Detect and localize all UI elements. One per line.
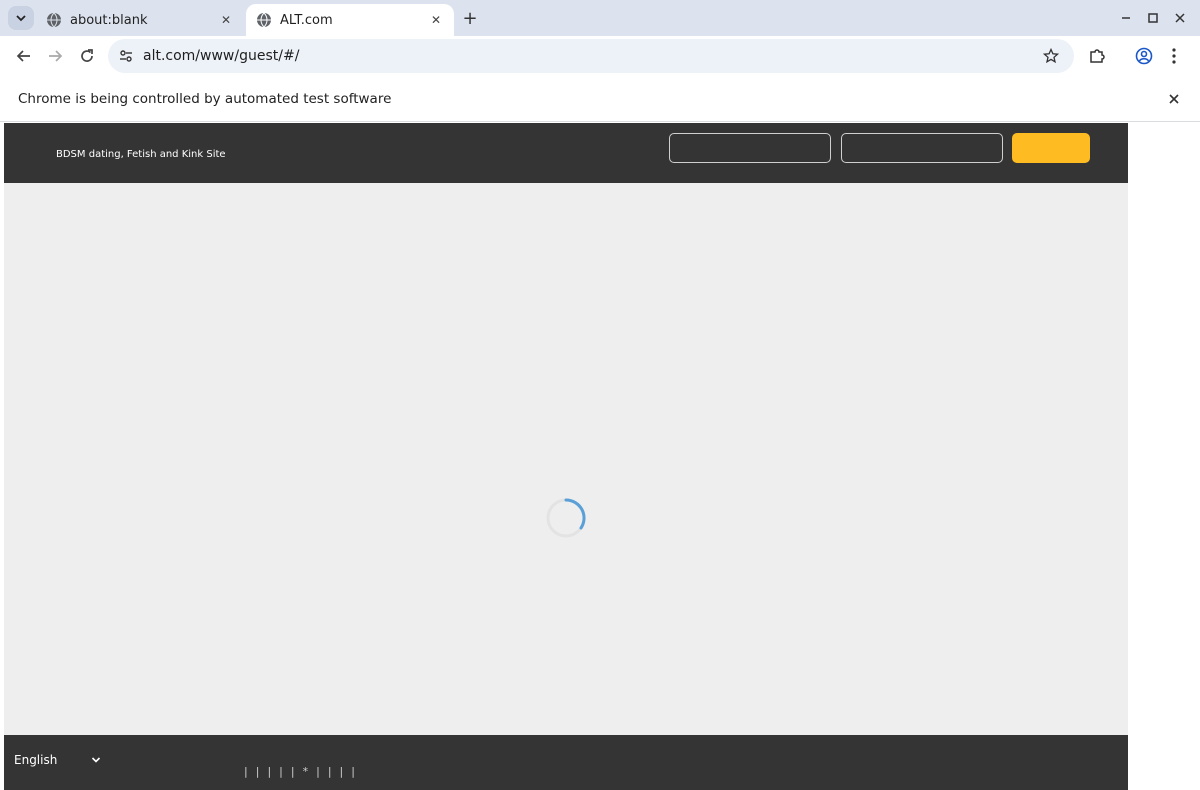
language-select[interactable]: English [14,753,101,767]
star-icon [1043,48,1059,64]
arrow-right-icon [49,50,63,62]
site-tagline: BDSM dating, Fetish and Kink Site [56,149,226,160]
extensions-button[interactable] [1083,42,1111,70]
url-text[interactable]: alt.com/www/guest/#/ [143,48,1040,64]
minimize-icon [1122,17,1130,19]
arrow-left-icon [16,50,30,62]
language-label: English [14,753,58,767]
tab-alt-com[interactable]: ALT.com ✕ [246,4,454,36]
page-side-gutter [1128,123,1200,790]
footer-link[interactable]: | [316,765,320,778]
footer-links: | | | | | * | | | | [244,765,363,778]
tab-title: about:blank [70,12,148,28]
page-content: BDSM dating, Fetish and Kink Site Englis… [4,123,1128,790]
automation-infobar: Chrome is being controlled by automated … [0,76,1200,122]
address-bar[interactable]: alt.com/www/guest/#/ [108,39,1074,73]
footer-link[interactable]: | [351,765,355,778]
back-button[interactable] [10,42,38,70]
globe-icon [257,12,271,28]
browser-toolbar: alt.com/www/guest/#/ [0,36,1200,76]
chevron-down-icon [16,15,26,22]
more-vertical-icon [1172,48,1176,64]
site-footer: English | | | | | * | | | | [4,735,1128,790]
forward-button[interactable] [41,42,69,70]
maximize-icon [1148,13,1158,23]
close-icon [1169,93,1179,104]
tab-strip: about:blank ✕ ALT.com ✕ + [0,0,1200,36]
loading-spinner-icon [546,498,586,538]
tab-close-icon[interactable]: ✕ [428,12,444,28]
footer-link[interactable]: | [267,765,271,778]
tab-search-button[interactable] [8,6,34,30]
footer-link[interactable]: | [244,765,248,778]
tab-close-icon[interactable]: ✕ [218,12,234,28]
infobar-message: Chrome is being controlled by automated … [18,90,392,107]
reload-icon [81,49,93,62]
infobar-close-button[interactable] [1162,87,1186,111]
tab-about-blank[interactable]: about:blank ✕ [36,4,244,36]
close-icon [1175,13,1185,23]
footer-link[interactable]: | [291,765,295,778]
username-input[interactable] [669,133,831,163]
account-icon [1135,47,1153,65]
login-button[interactable] [1012,133,1090,163]
footer-link[interactable]: | [340,765,344,778]
chevron-down-icon [92,757,101,763]
site-header: BDSM dating, Fetish and Kink Site [4,123,1128,183]
site-info-button[interactable] [115,45,137,67]
password-input[interactable] [841,133,1003,163]
tab-title: ALT.com [280,12,333,28]
footer-link[interactable]: * [303,765,309,778]
reload-button[interactable] [73,42,101,70]
profile-button[interactable] [1130,42,1158,70]
bookmark-button[interactable] [1040,45,1062,67]
maximize-button[interactable] [1141,6,1165,30]
footer-link[interactable]: | [328,765,332,778]
tune-icon [120,50,132,62]
browser-menu-button[interactable] [1160,42,1188,70]
new-tab-button[interactable]: + [458,6,482,30]
window-close-button[interactable] [1168,6,1192,30]
globe-icon [47,12,61,28]
footer-link[interactable]: | [279,765,283,778]
puzzle-icon [1090,49,1105,63]
minimize-button[interactable] [1114,6,1138,30]
footer-link[interactable]: | [256,765,260,778]
